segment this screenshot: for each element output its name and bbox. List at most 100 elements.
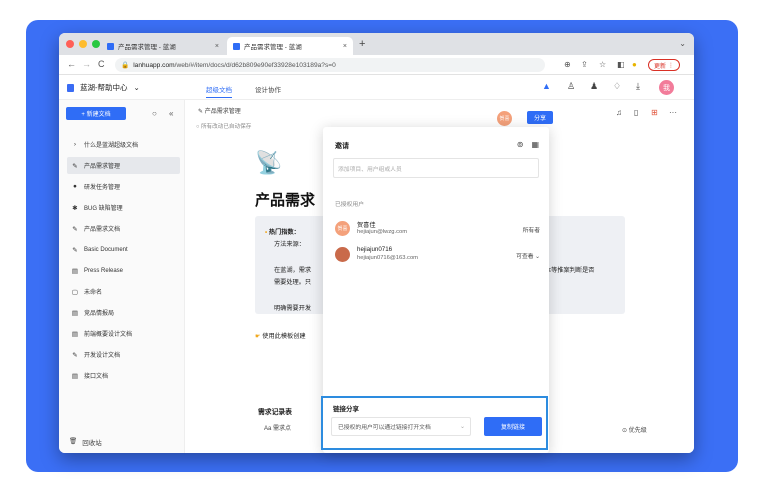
lanhu-favicon-icon (233, 42, 240, 50)
extension-icon[interactable]: ● (632, 60, 637, 69)
tab-close-icon[interactable]: × (215, 43, 219, 50)
back-icon[interactable]: ← (67, 59, 76, 69)
invite-title: 邀请 (335, 143, 349, 150)
sidebar-item[interactable]: ▤ 接口文档 (67, 367, 180, 384)
settings-icon[interactable]: ⊚ (517, 140, 524, 149)
qrcode-icon[interactable]: ▦ (531, 140, 539, 149)
req-table-title: 需求记录表 (258, 409, 292, 416)
trash-link[interactable]: 🗑 回收站 (69, 437, 102, 447)
trash-label: 回收站 (82, 440, 102, 447)
invite-search-input[interactable]: 添加项目、用户组或人员 (333, 158, 539, 178)
doc-title[interactable]: 产品需求 (255, 189, 315, 210)
new-tab-icon[interactable]: + (359, 38, 365, 50)
address-bar: ← → C 🔒 lanhuapp.com /web/#/item/docs/d/… (59, 55, 694, 75)
link-permission-select[interactable]: 已授权的用户可以通过链接打开文档 ⌄ (331, 417, 471, 436)
sidebar-item[interactable]: ✎ 产品需求文档 (67, 220, 180, 237)
more-vert-icon: ⋮ (668, 62, 675, 69)
sidepanel-icon[interactable]: ◧ (617, 60, 625, 69)
doc-icon: ✎ (72, 162, 78, 170)
tab-super-docs[interactable]: 超级文档 (206, 84, 232, 98)
zoom-icon[interactable]: ⊕ (564, 60, 571, 69)
team-icon[interactable]: ♟ (590, 81, 598, 92)
sidebar-item[interactable]: ✎ 开发设计文档 (67, 346, 180, 363)
doc-icon: ✎ (72, 351, 78, 359)
update-button[interactable]: 更新 ⋮ (648, 59, 681, 71)
reload-icon[interactable]: C (98, 59, 105, 69)
sidebar-item[interactable]: ● 研发任务管理 (67, 178, 180, 195)
callout-text-1-right: 本等推案判断是否 (545, 267, 595, 274)
sidebar-item[interactable]: ✎ Basic Document (67, 241, 180, 258)
user-name: hejiajun0716 (357, 246, 393, 253)
sidebar-item-label: BUG 缺陷管理 (84, 206, 123, 212)
sidebar-item[interactable]: ▤ 竞品情报局 (67, 304, 180, 321)
tab-design-collab[interactable]: 设计协作 (255, 84, 281, 94)
update-label: 更新 (654, 63, 667, 70)
user-email: hejiajun@lwzg.com (357, 229, 408, 235)
sidebar-item[interactable]: ▤ 前端概要设计文档 (67, 325, 180, 342)
doc-icon: ▤ (71, 372, 79, 380)
autosave-status: ○ 所有改动已自动保存 (196, 124, 252, 130)
collapse-sidebar-icon[interactable]: « (169, 109, 173, 118)
lock-icon: 🔒 (121, 62, 130, 69)
sidebar-item[interactable]: ✎ 产品需求管理 (67, 157, 180, 174)
bookmark-star-icon[interactable]: ☆ (599, 60, 606, 69)
new-doc-button[interactable]: + 新建文档 (66, 107, 126, 120)
sidebar-item[interactable]: ✱ BUG 缺陷管理 (67, 199, 180, 216)
url-domain: lanhuapp.com (133, 61, 175, 69)
autosave-text: 所有改动已自动保存 (200, 124, 252, 130)
share-page-icon[interactable]: ⇪ (581, 60, 588, 69)
forward-icon[interactable]: → (82, 59, 91, 69)
url-input[interactable]: 🔒 lanhuapp.com /web/#/item/docs/d/d62b80… (115, 58, 545, 72)
doc-icon: ✎ (72, 225, 78, 233)
req-col-header[interactable]: Aa 需求点 (264, 423, 291, 432)
browser-tab-1[interactable]: 产品需求管理 - 蓝湖 × (101, 37, 225, 55)
headphones-icon[interactable]: ♫ (616, 108, 622, 117)
tab-title: 产品需求管理 - 蓝湖 (118, 44, 176, 51)
close-window-button[interactable] (66, 40, 74, 48)
callout-text-1: 在蓝湖，需求 (274, 267, 312, 274)
sidebar-item-label: 未命名 (84, 290, 103, 296)
download-icon[interactable]: ⤓ (636, 81, 640, 92)
tab-search-chevron-icon[interactable]: ⌄ (679, 39, 686, 48)
user-add-icon[interactable]: ♙ (567, 81, 575, 92)
minimize-window-button[interactable] (79, 40, 87, 48)
search-icon[interactable]: ○ (152, 109, 157, 118)
doc-icon: ✱ (72, 204, 78, 212)
lanhu-favicon-icon (107, 42, 114, 50)
breadcrumb-label: 产品需求管理 (204, 109, 241, 115)
maximize-window-button[interactable] (92, 40, 100, 48)
tab-close-icon[interactable]: × (343, 43, 347, 50)
sidebar-item[interactable]: ▤ Press Release (67, 262, 180, 279)
owner-avatar-chip[interactable]: 贺喜 (497, 111, 512, 126)
notification-bell-icon[interactable]: ♢ (613, 81, 621, 92)
layout-icon[interactable]: ▯ (634, 108, 638, 117)
more-icon[interactable]: ··· (669, 108, 677, 117)
lanhu-logo-icon (67, 83, 74, 92)
browser-tab-2[interactable]: 产品需求管理 - 蓝湖 × (227, 37, 353, 55)
avatar: 贺喜 (335, 221, 350, 236)
callout-text-2: 需要处理。只 (274, 279, 312, 286)
sidebar-item-label: 产品需求文档 (84, 227, 121, 233)
user-row[interactable]: 贺喜 贺喜佳 hejiajun@lwzg.com 所有者 (335, 218, 540, 240)
workspace-name: 蓝湖-帮助中心 (80, 83, 128, 92)
sidebar-item[interactable]: › 什么是蓝湖超级文档 (67, 136, 180, 153)
gift-icon[interactable]: ⊞ (651, 108, 658, 117)
workspace-switcher[interactable]: 蓝湖-帮助中心 ⌄ (67, 82, 140, 93)
copy-link-button[interactable]: 复制链接 (484, 417, 542, 436)
priority-col-header[interactable]: ⊙ 优先级 (622, 425, 647, 434)
share-button[interactable]: 分享 (527, 111, 553, 124)
breadcrumb[interactable]: ✎ 产品需求管理 (198, 106, 241, 115)
tab-title: 产品需求管理 - 蓝湖 (244, 44, 302, 51)
ai-logo-icon[interactable]: ▲ (542, 81, 551, 91)
use-template-link[interactable]: ☛ 使用此模板创建 (255, 331, 306, 340)
user-avatar[interactable]: 我 (659, 80, 674, 95)
user-row[interactable]: hejiajun0716 hejiajun0716@163.com 可查看 ⌄ (335, 244, 540, 266)
sidebar-item[interactable]: ▢ 未命名 (67, 283, 180, 300)
sidebar-item-label: Press Release (84, 267, 124, 274)
link-permission-value: 已授权的用户可以通过链接打开文档 (338, 425, 431, 431)
sidebar-item-label: Basic Document (84, 246, 128, 253)
chevron-down-icon: ⌄ (459, 424, 465, 430)
role-dropdown[interactable]: 可查看 ⌄ (516, 251, 540, 260)
doc-icon: ▤ (71, 309, 79, 317)
sidebar-item-label: 前端概要设计文档 (84, 332, 133, 338)
